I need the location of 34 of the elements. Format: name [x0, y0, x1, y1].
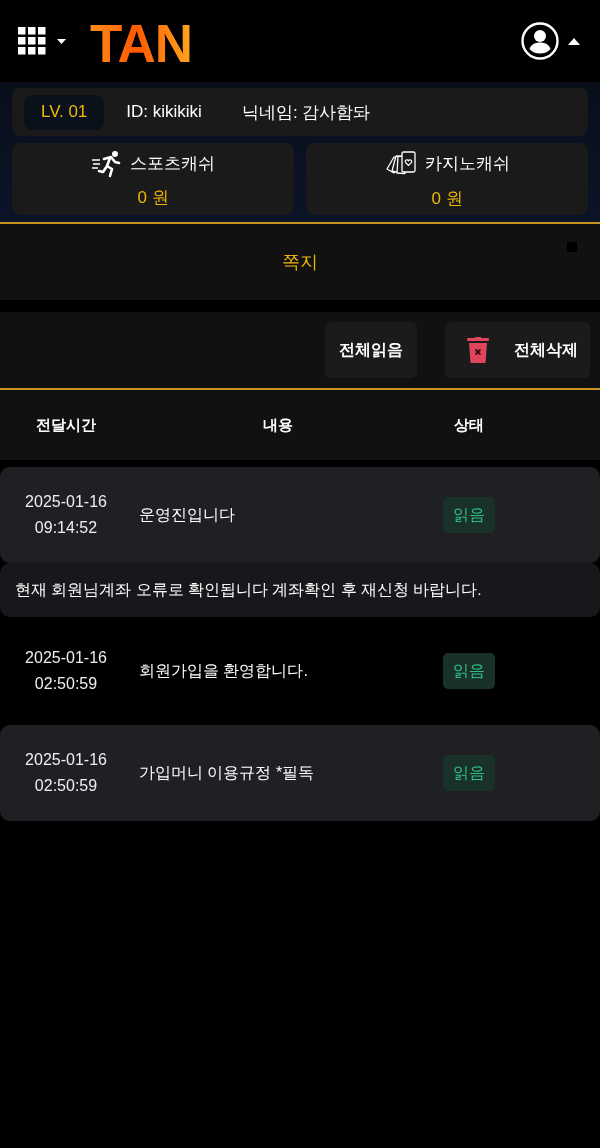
date-text: 2025-01-16 [25, 750, 107, 770]
message-title[interactable]: 운영진입니다 [132, 504, 235, 526]
column-header: 전달시간 [36, 415, 96, 435]
column-header: 상태 [454, 415, 484, 435]
column-header: 내용 [263, 415, 293, 435]
status-badge: 읽음 [443, 653, 495, 689]
level-badge: LV. 01 [24, 94, 105, 130]
message-title[interactable]: 회원가입을 환영합니다. [132, 660, 308, 682]
runner-icon [91, 149, 122, 178]
caret-icon[interactable] [568, 37, 580, 45]
message-body: 현재 회원님계좌 오류로 확인됩니다 계좌확인 후 재신청 바랍니다. [0, 563, 600, 617]
trash-icon [467, 337, 489, 363]
user-icon[interactable] [521, 22, 559, 60]
time-text: 09:14:52 [34, 518, 98, 538]
wallet-amount: 0 원 [137, 186, 169, 209]
status-badge: 읽음 [443, 755, 495, 791]
page-title: 쪽지 [282, 251, 318, 274]
wallet-label: 카지노캐쉬 [424, 153, 510, 175]
caret-icon[interactable] [57, 38, 66, 44]
message-title[interactable]: 가입머니 이용규정 *필독 [132, 762, 315, 784]
time-text: 02:50:59 [34, 776, 98, 796]
status-badge: 읽음 [443, 497, 495, 533]
read-all-button[interactable]: 전체읽음 [325, 322, 417, 378]
grid-menu-icon[interactable] [18, 27, 46, 55]
delete-all-button[interactable]: 전체삭제 [445, 322, 590, 378]
date-text: 2025-01-16 [25, 492, 107, 512]
nickname: 닉네임: 감사함돠 [241, 101, 371, 124]
wallet-label: 스포츠캐쉬 [129, 153, 215, 175]
message-row[interactable]: 2025-01-16 09:14:52 운영진입니다 읽음 [0, 467, 600, 563]
user-id: ID: kikikiki [126, 102, 202, 122]
date-text: 2025-01-16 [25, 648, 107, 668]
time-text: 02:50:59 [34, 674, 98, 694]
wallet-amount: 0 원 [431, 187, 463, 210]
message-row[interactable]: 2025-01-16 02:50:59 가입머니 이용규정 *필독 읽음 [0, 725, 600, 821]
